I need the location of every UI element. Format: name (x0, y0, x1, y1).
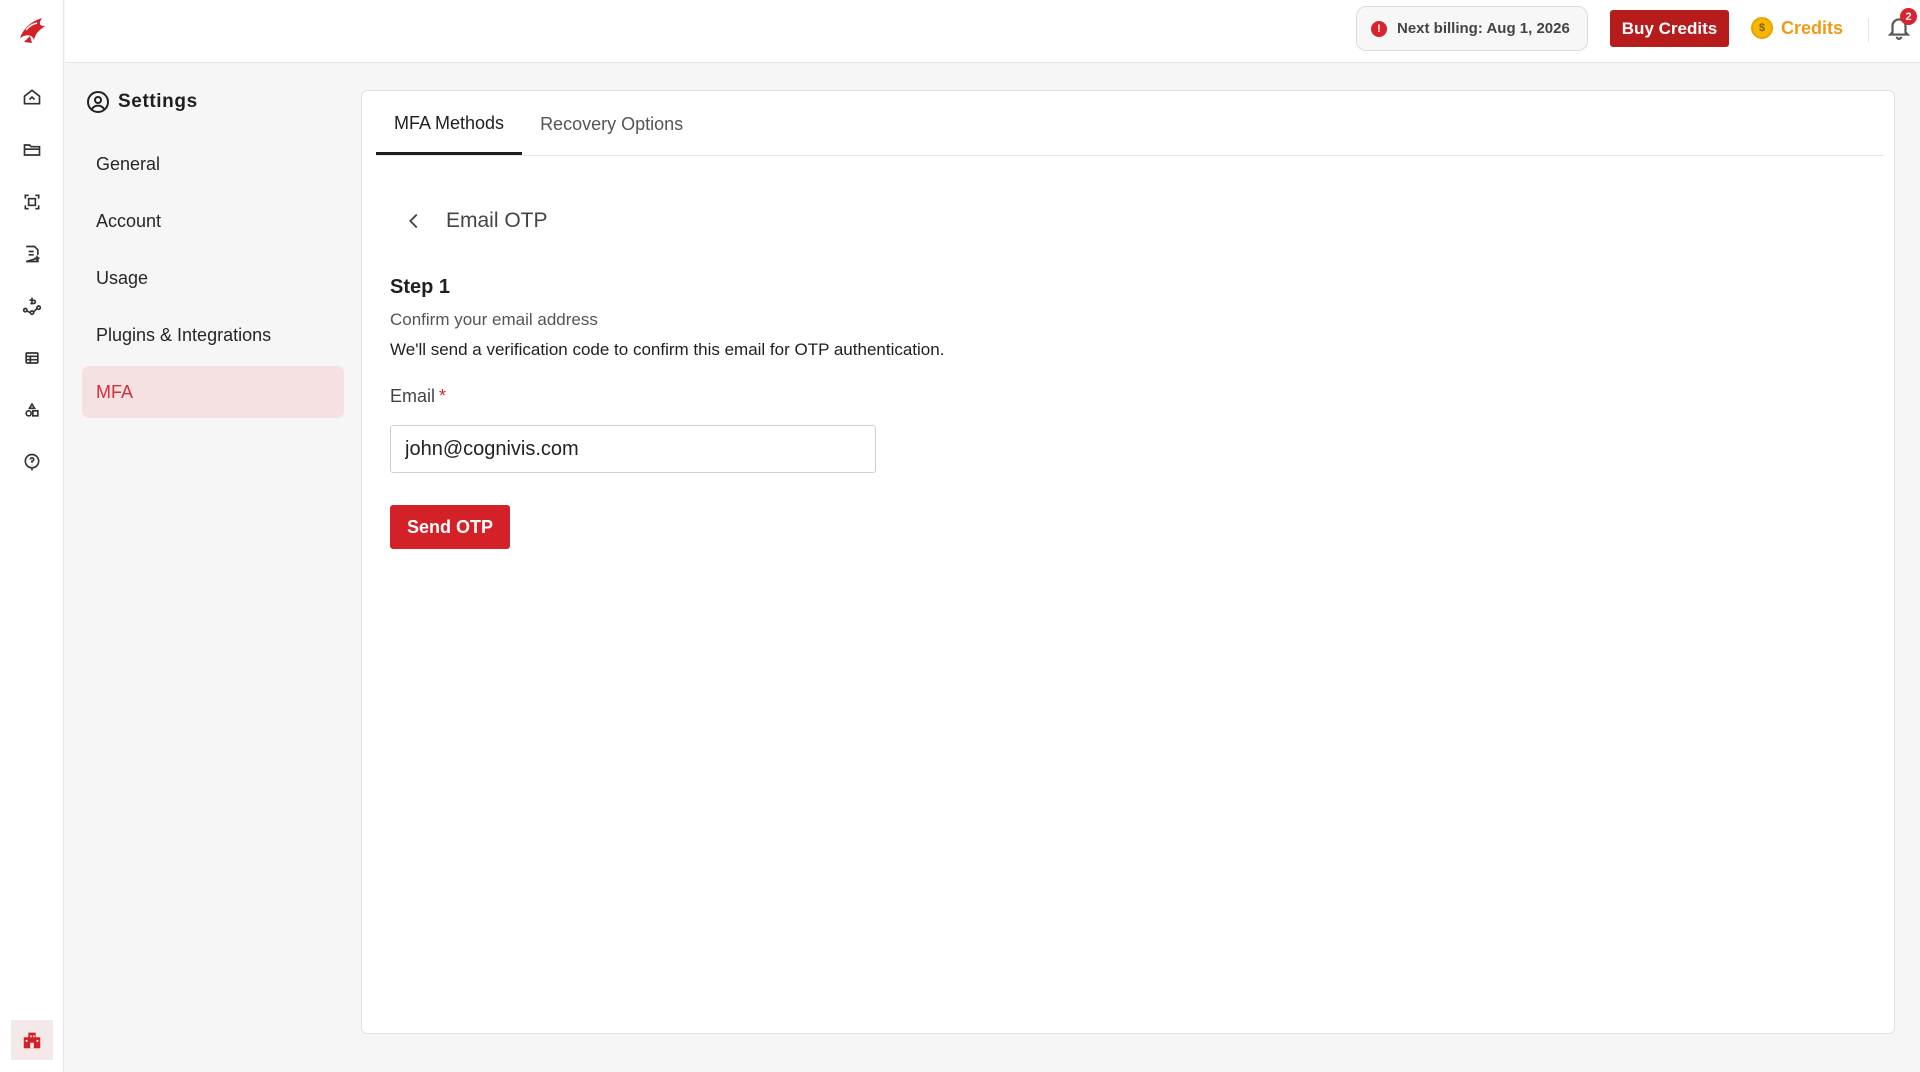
left-rail (0, 0, 64, 1072)
settings-menu-plugins[interactable]: Plugins & Integrations (82, 309, 344, 361)
settings-heading: Settings (86, 90, 344, 114)
chevron-left-icon (409, 213, 418, 229)
help-icon[interactable] (20, 450, 44, 474)
settings-title: Settings (118, 91, 198, 112)
email-label: Email * (390, 386, 446, 407)
send-otp-button[interactable]: Send OTP (390, 505, 510, 549)
table-icon[interactable] (20, 346, 44, 370)
notification-badge: 2 (1900, 8, 1917, 25)
coin-icon: $ (1751, 17, 1773, 39)
tab-recovery-options[interactable]: Recovery Options (522, 90, 701, 155)
home-icon[interactable] (20, 85, 44, 109)
document-add-icon[interactable] (20, 242, 44, 266)
info-icon: ! (1371, 20, 1387, 37)
organization-icon[interactable] (11, 1020, 53, 1060)
settings-menu-mfa[interactable]: MFA (82, 366, 344, 418)
back-button[interactable] (402, 209, 426, 233)
step-title: Step 1 (390, 276, 451, 298)
billing-text: Next billing: Aug 1, 2026 (1397, 20, 1570, 37)
billing-icon[interactable] (20, 294, 44, 318)
scan-icon[interactable] (20, 190, 44, 214)
section-header: Email OTP (402, 209, 548, 233)
step-subtitle: Confirm your email address (390, 310, 598, 329)
shapes-icon[interactable] (20, 398, 44, 422)
settings-menu: General Account Usage Plugins & Integrat… (82, 138, 344, 418)
mfa-tabs: MFA Methods Recovery Options (376, 91, 1884, 156)
topbar-divider (1868, 18, 1869, 42)
app-logo-icon[interactable] (14, 12, 50, 48)
settings-nav: Settings General Account Usage Plugins &… (82, 90, 344, 423)
notifications-button[interactable]: 2 (1886, 8, 1917, 44)
email-label-text: Email (390, 386, 436, 406)
settings-menu-account[interactable]: Account (82, 195, 344, 247)
buy-credits-button[interactable]: Buy Credits (1610, 10, 1729, 47)
credits-button[interactable]: $ Credits (1751, 12, 1843, 44)
section-title: Email OTP (446, 209, 548, 232)
top-bar: ! Next billing: Aug 1, 2026 Buy Credits … (65, 0, 1920, 63)
billing-notice[interactable]: ! Next billing: Aug 1, 2026 (1356, 6, 1588, 51)
folder-icon[interactable] (20, 138, 44, 162)
credits-label: Credits (1781, 17, 1844, 38)
email-field[interactable] (390, 425, 876, 473)
settings-menu-general[interactable]: General (82, 138, 344, 190)
tab-mfa-methods[interactable]: MFA Methods (376, 90, 523, 155)
required-mark: * (439, 386, 447, 406)
settings-menu-usage[interactable]: Usage (82, 252, 344, 304)
mfa-panel: MFA Methods Recovery Options Email OTP S… (361, 90, 1895, 1034)
user-circle-icon (87, 91, 109, 113)
step-description: We'll send a verification code to confir… (390, 340, 945, 359)
